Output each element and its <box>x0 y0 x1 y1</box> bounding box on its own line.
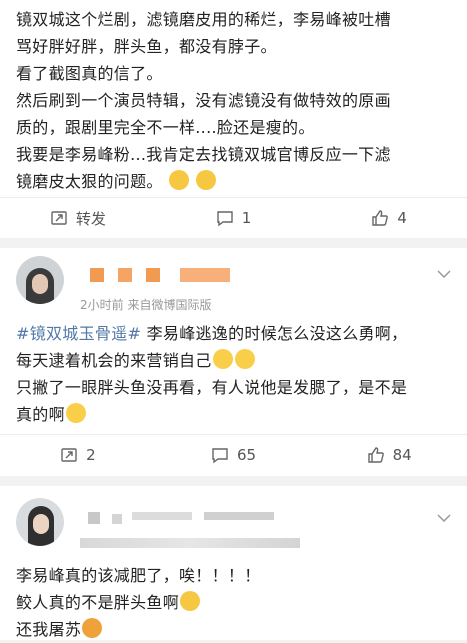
post3-line-3: 还我屠苏 <box>16 616 456 643</box>
post2-line-1-text: 李易峰逃逸的时候怎么没这么勇啊， <box>141 324 408 343</box>
meta-blurred <box>80 538 300 548</box>
repost-icon <box>51 211 67 225</box>
laugh-cry-emoji-icon <box>234 349 255 369</box>
username-blurred[interactable] <box>88 512 288 526</box>
repost-icon <box>61 448 77 462</box>
username-blurred[interactable] <box>90 268 230 282</box>
post2-line-2: 每天逮着机会的来营销自己 <box>16 347 456 374</box>
comment-icon <box>212 448 228 464</box>
post2-line-4: 真的啊 <box>16 401 456 428</box>
post1-line-7-wrap: 镜磨皮太狠的问题。 <box>16 168 456 195</box>
hashtag-link[interactable]: #镜双城玉骨遥# <box>16 324 141 343</box>
post1-line-1: 镜双城这个烂剧，滤镜磨皮用的稀烂，李易峰被吐槽 <box>16 10 391 29</box>
post2-action-bar: 2 65 84 <box>0 434 467 475</box>
post1-line-6: 我要是李易峰粉...我肯定去找镜双城官博反应一下滤 <box>16 145 391 164</box>
like-count: 84 <box>392 446 412 464</box>
post2-line-4-text: 真的啊 <box>16 405 65 424</box>
comment-count: 65 <box>236 446 257 464</box>
post1-line-3: 看了截图真的信了。 <box>16 64 163 83</box>
like-count: 4 <box>397 209 407 227</box>
like-button[interactable]: 84 <box>311 446 467 464</box>
post3-line-3-text: 还我屠苏 <box>16 620 82 639</box>
thumbs-up-icon <box>367 447 384 463</box>
post1-line-5: 质的，跟剧里完全不一样....脸还是瘦的。 <box>16 118 315 137</box>
post3-line-1: 李易峰真的该减肥了，唉！！！！ <box>16 566 261 585</box>
avatar[interactable] <box>16 256 64 304</box>
repost-count: 2 <box>86 446 96 464</box>
chevron-down-icon[interactable] <box>437 514 451 522</box>
thinking-emoji-icon <box>180 591 201 611</box>
repost-button[interactable]: 转发 <box>0 208 156 229</box>
post1-line-2: 骂好胖好胖，胖头鱼，都没有脖子。 <box>16 37 277 56</box>
post-card-2: 2小时前 来自微博国际版 #镜双城玉骨遥# 李易峰逃逸的时候怎么没这么勇啊， 每… <box>0 248 467 476</box>
thinking-emoji-icon <box>196 170 217 190</box>
comment-icon <box>217 211 233 227</box>
chevron-down-icon[interactable] <box>437 270 451 278</box>
avatar[interactable] <box>16 498 64 546</box>
post3-line-2: 鲛人真的不是胖头鱼啊 <box>16 589 456 616</box>
thumbs-up-icon <box>372 210 389 226</box>
post1-line-7: 镜磨皮太狠的问题。 <box>16 172 163 191</box>
laugh-cry-emoji-icon <box>212 349 233 369</box>
post2-line-3: 只撇了一眼胖头鱼没再看，有人说他是发腮了，是不是 <box>16 378 408 397</box>
comment-button[interactable]: 65 <box>156 446 312 464</box>
post-card-3: 李易峰真的该减肥了，唉！！！！ 鲛人真的不是胖头鱼啊 还我屠苏 <box>0 486 467 640</box>
repost-button[interactable]: 2 <box>0 446 156 464</box>
like-button[interactable]: 4 <box>311 209 467 227</box>
post2-time-source: 2小时前 来自微博国际版 <box>80 298 212 312</box>
post3-line-2-text: 鲛人真的不是胖头鱼啊 <box>16 593 180 612</box>
post-card-1: 镜双城这个烂剧，滤镜磨皮用的稀烂，李易峰被吐槽 骂好胖好胖，胖头鱼，都没有脖子。… <box>0 0 467 238</box>
scared-emoji-icon <box>82 618 103 638</box>
comment-count: 1 <box>241 209 252 227</box>
post2-line-1: #镜双城玉骨遥# 李易峰逃逸的时候怎么没这么勇啊， <box>16 320 456 347</box>
post1-action-bar: 转发 1 4 <box>0 197 467 238</box>
post1-line-4: 然后刷到一个演员特辑，没有滤镜没有做特效的原画 <box>16 91 391 110</box>
laugh-cry-emoji-icon <box>65 403 86 423</box>
comment-button[interactable]: 1 <box>156 209 312 227</box>
repost-label: 转发 <box>75 209 106 228</box>
post2-line-2-text: 每天逮着机会的来营销自己 <box>16 351 212 370</box>
thinking-emoji-icon <box>169 170 190 190</box>
